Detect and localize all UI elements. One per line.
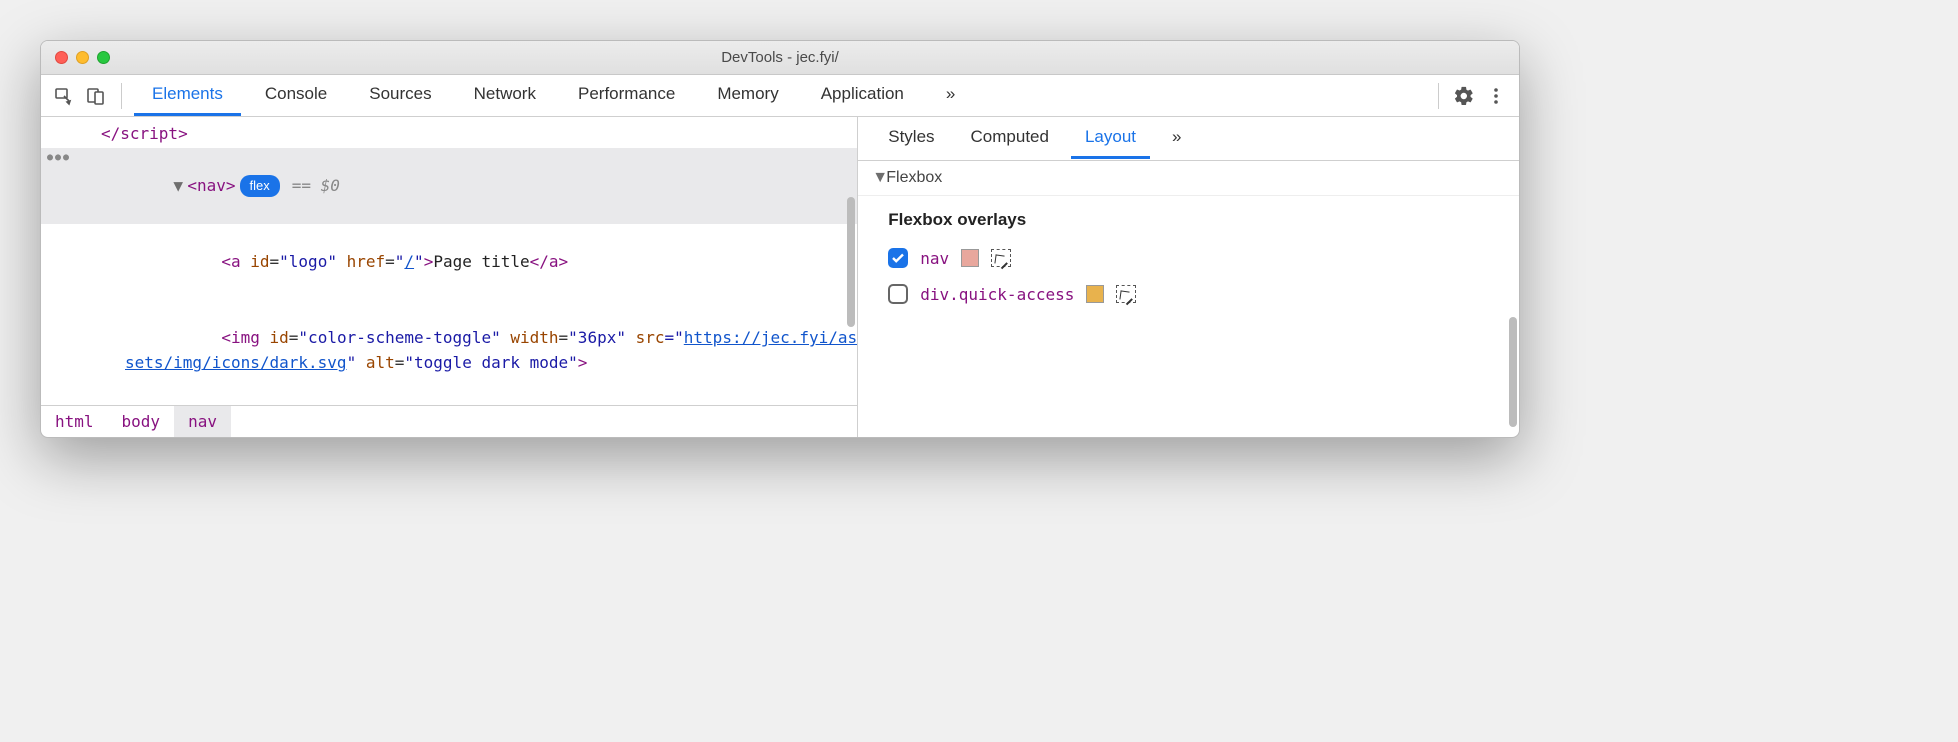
tabs-overflow[interactable]: » (928, 75, 973, 116)
color-swatch[interactable] (1086, 285, 1104, 303)
crumb-html[interactable]: html (41, 406, 108, 437)
flexbox-section-header[interactable]: ▼Flexbox (858, 161, 1519, 196)
highlight-options-icon[interactable] (991, 249, 1011, 267)
sidebar-tabs: Styles Computed Layout » (858, 117, 1519, 161)
tab-performance[interactable]: Performance (560, 75, 693, 116)
overlay-label[interactable]: nav (920, 249, 949, 268)
main-toolbar: Elements Console Sources Network Perform… (41, 75, 1519, 117)
expand-arrow-icon: ▼ (872, 169, 886, 187)
sidetab-computed[interactable]: Computed (957, 118, 1063, 159)
highlight-options-icon[interactable] (1116, 285, 1136, 303)
divider (1438, 83, 1439, 109)
device-toolbar-icon[interactable] (83, 83, 109, 109)
dom-line-nav[interactable]: ▼<nav>flex== $0 (41, 148, 857, 224)
overlay-row-quick-access: div.quick-access (888, 276, 1499, 312)
window-minimize-button[interactable] (76, 51, 89, 64)
kebab-menu-icon[interactable] (1483, 83, 1509, 109)
breadcrumb: html body nav (41, 405, 857, 437)
overlay-label[interactable]: div.quick-access (920, 285, 1074, 304)
tab-memory[interactable]: Memory (699, 75, 796, 116)
overlay-row-nav: nav (888, 240, 1499, 276)
overlays-heading: Flexbox overlays (888, 210, 1499, 230)
scrollbar-thumb[interactable] (847, 197, 855, 327)
flexbox-section-body: Flexbox overlays nav div.quick-access (858, 196, 1519, 332)
window-title: DevTools - jec.fyi/ (41, 49, 1519, 66)
expand-arrow-icon[interactable]: ▼ (173, 174, 187, 199)
sidetabs-overflow[interactable]: » (1158, 118, 1195, 159)
tab-network[interactable]: Network (456, 75, 554, 116)
settings-gear-icon[interactable] (1451, 83, 1477, 109)
sidetab-layout[interactable]: Layout (1071, 118, 1150, 159)
tab-application[interactable]: Application (803, 75, 922, 116)
window-close-button[interactable] (55, 51, 68, 64)
crumb-body[interactable]: body (108, 406, 175, 437)
tab-sources[interactable]: Sources (351, 75, 449, 116)
sidebar-panel: Styles Computed Layout » ▼Flexbox Flexbo… (858, 117, 1519, 437)
inspect-element-icon[interactable] (51, 83, 77, 109)
divider (121, 83, 122, 109)
href-link[interactable]: / (404, 252, 414, 271)
elements-panel: </script> ▼<nav>flex== $0 <a id="logo" h… (41, 117, 858, 437)
selected-node-indicator: == $0 (292, 176, 340, 195)
color-swatch[interactable] (961, 249, 979, 267)
dom-line[interactable]: </script> (41, 121, 857, 148)
overlay-checkbox[interactable] (888, 284, 908, 304)
crumb-nav[interactable]: nav (174, 406, 231, 437)
tab-elements[interactable]: Elements (134, 75, 241, 116)
devtools-window: DevTools - jec.fyi/ Elements Console Sou… (40, 40, 1520, 438)
tab-console[interactable]: Console (247, 75, 345, 116)
sidetab-styles[interactable]: Styles (874, 118, 948, 159)
panels-container: </script> ▼<nav>flex== $0 <a id="logo" h… (41, 117, 1519, 437)
flex-badge[interactable]: flex (240, 175, 280, 197)
scrollbar-thumb[interactable] (1509, 317, 1517, 427)
dom-line-a[interactable]: <a id="logo" href="/">Page title</a> (41, 224, 857, 300)
overlay-checkbox[interactable] (888, 248, 908, 268)
window-maximize-button[interactable] (97, 51, 110, 64)
dom-line-img[interactable]: <img id="color-scheme-toggle" width="36p… (41, 301, 857, 402)
traffic-lights (41, 51, 110, 64)
titlebar: DevTools - jec.fyi/ (41, 41, 1519, 75)
dom-tree[interactable]: </script> ▼<nav>flex== $0 <a id="logo" h… (41, 117, 857, 405)
